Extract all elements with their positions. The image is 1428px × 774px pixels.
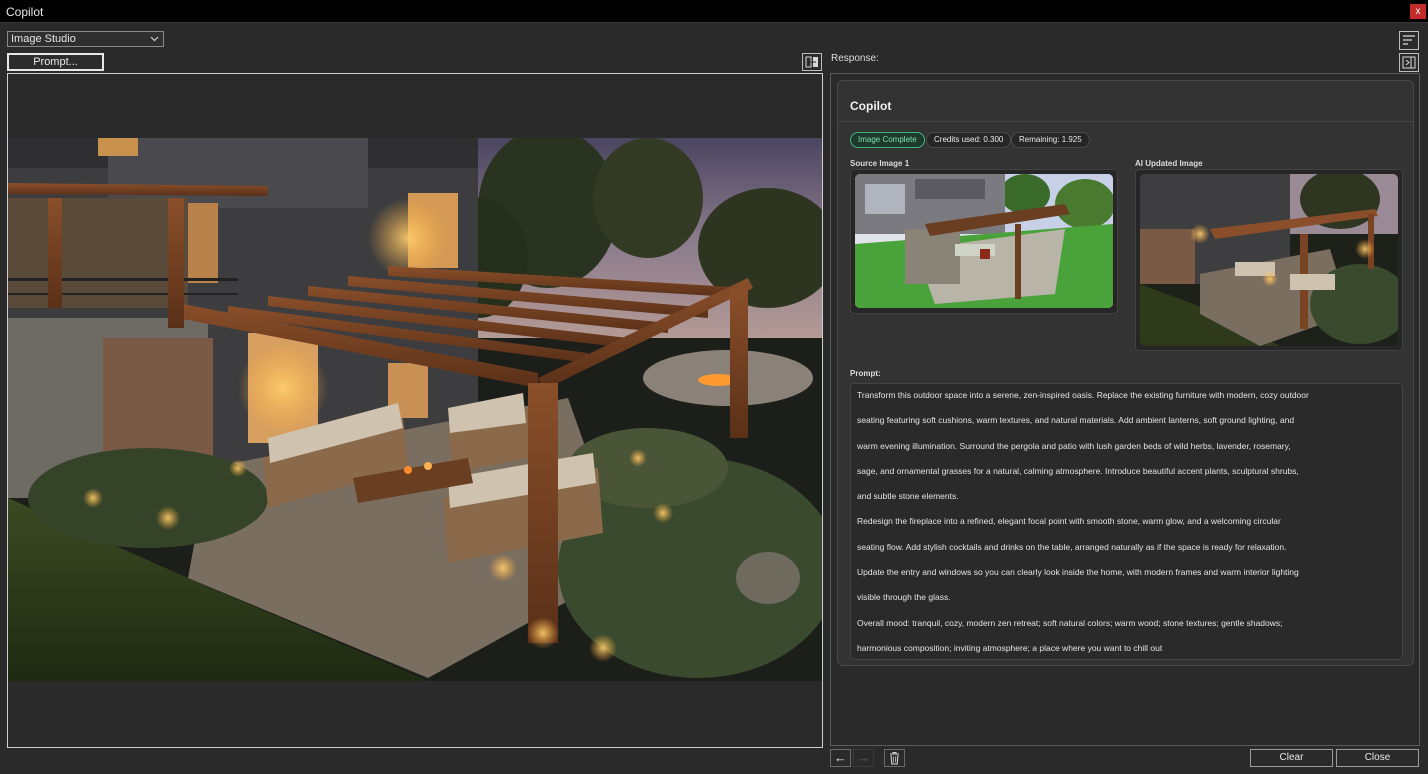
updated-image (1140, 174, 1398, 346)
card-title: Copilot (850, 99, 892, 113)
clear-button[interactable]: Clear (1250, 749, 1333, 767)
image-canvas[interactable] (7, 73, 823, 748)
prompt-line: warm evening illumination. Surround the … (857, 440, 1291, 451)
prompt-line: sage, and ornamental grasses for a natur… (857, 465, 1299, 476)
prompt-line: seating featuring soft cushions, warm te… (857, 415, 1295, 426)
remaining-credits-badge: Remaining: 1.925 (1011, 132, 1090, 148)
delete-button[interactable] (884, 749, 905, 767)
window-title: Copilot (6, 5, 44, 19)
status-badge: Image Complete (850, 132, 925, 148)
collapse-panel-button[interactable] (1399, 53, 1419, 72)
window-close-button[interactable]: x (1410, 4, 1426, 19)
prompt-line: and subtle stone elements. (857, 491, 959, 502)
prompt-line: Overall mood: tranquil, cozy, modern zen… (857, 617, 1283, 628)
updated-image-thumbnail[interactable] (1135, 169, 1403, 351)
close-button[interactable]: Close (1336, 749, 1419, 767)
copilot-response-card: Copilot Image Complete Credits used: 0.3… (837, 80, 1414, 666)
sort-lines-icon (1403, 35, 1415, 45)
prompt-line: seating flow. Add stylish cocktails and … (857, 541, 1287, 552)
prompt-line: Redesign the fireplace into a refined, e… (857, 516, 1281, 527)
back-button[interactable]: ← (830, 749, 851, 767)
trash-icon (890, 752, 899, 765)
source-image (855, 174, 1113, 308)
mode-select[interactable]: Image Studio (7, 31, 164, 47)
swap-panels-icon (805, 56, 818, 68)
response-label: Response: (831, 53, 879, 64)
prompt-line: harmonious composition; inviting atmosph… (857, 642, 1163, 653)
prompt-label: Prompt: (850, 369, 881, 378)
prompt-button[interactable]: Prompt... (7, 53, 104, 71)
mode-select-value: Image Studio (11, 33, 76, 45)
chevron-down-icon (150, 32, 159, 50)
title-bar: Copilot x (0, 0, 1428, 23)
prompt-line: Update the entry and windows so you can … (857, 567, 1299, 578)
prompt-line: Transform this outdoor space into a sere… (857, 390, 1309, 400)
collapse-panel-icon (1402, 56, 1416, 69)
forward-button[interactable]: → (853, 749, 874, 767)
source-image-label: Source Image 1 (850, 159, 910, 168)
swap-panels-button[interactable] (802, 53, 822, 71)
source-image-thumbnail[interactable] (850, 169, 1118, 314)
credits-used-badge: Credits used: 0.300 (926, 132, 1012, 148)
generated-image (8, 138, 822, 681)
card-divider (838, 121, 1413, 122)
response-panel[interactable]: Copilot Image Complete Credits used: 0.3… (830, 73, 1420, 746)
updated-image-label: AI Updated Image (1135, 159, 1203, 168)
prompt-text-box[interactable]: Transform this outdoor space into a sere… (850, 383, 1403, 660)
prompt-line: visible through the glass. (857, 592, 951, 603)
sort-button[interactable] (1399, 31, 1419, 50)
